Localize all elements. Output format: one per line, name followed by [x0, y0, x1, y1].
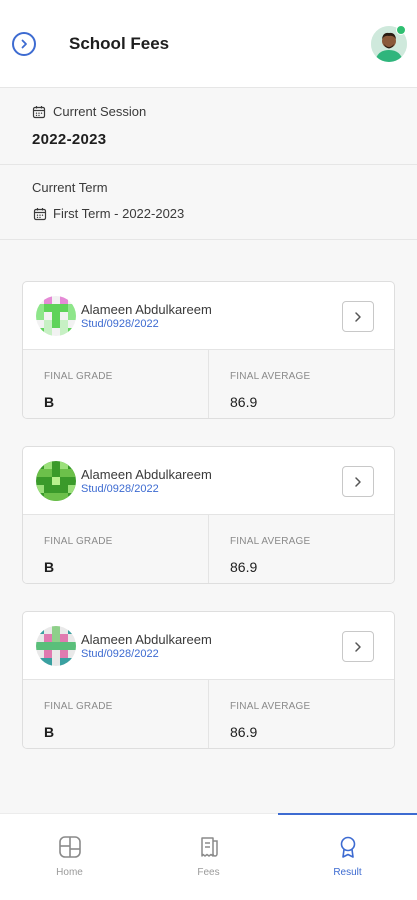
current-term-section: Current Term First Term - 2022-2023	[0, 165, 417, 240]
award-ribbon-icon	[340, 836, 355, 858]
nav-label-result: Result	[333, 867, 362, 878]
calendar-icon	[33, 207, 47, 220]
final-grade-label: FINAL GRADE	[44, 536, 113, 547]
result-card: Alameen Abdulkareem Stud/0928/2022 FINAL…	[22, 281, 395, 419]
page-title: School Fees	[69, 34, 170, 53]
result-stats: FINAL GRADE B FINAL AVERAGE 86.9	[23, 515, 394, 583]
receipt-icon	[200, 837, 218, 857]
final-average-value: 86.9	[230, 394, 258, 410]
term-label: Current Term	[32, 180, 108, 195]
home-grid-icon	[58, 836, 81, 858]
chevron-right-icon	[355, 311, 361, 322]
term-value: First Term - 2022-2023	[53, 206, 185, 221]
nav-label-fees: Fees	[197, 867, 220, 878]
nav-label-home: Home	[56, 867, 83, 878]
result-stats: FINAL GRADE B FINAL AVERAGE 86.9	[23, 350, 394, 418]
final-grade-value: B	[44, 394, 55, 410]
student-avatar	[36, 296, 76, 336]
calendar-icon	[32, 105, 46, 118]
final-grade-cell: FINAL GRADE B	[23, 515, 208, 583]
final-average-value: 86.9	[230, 724, 258, 740]
student-avatar	[36, 626, 76, 666]
bottom-navigation: Home Fees Result	[0, 813, 417, 900]
student-id: Stud/0928/2022	[81, 483, 159, 495]
chevron-right-icon	[21, 39, 27, 49]
final-average-cell: FINAL AVERAGE 86.9	[208, 515, 394, 583]
back-button[interactable]	[12, 32, 36, 56]
chevron-right-icon	[355, 476, 361, 487]
student-avatar	[36, 461, 76, 501]
student-row: Alameen Abdulkareem Stud/0928/2022	[23, 612, 394, 680]
final-average-label: FINAL AVERAGE	[230, 701, 311, 712]
view-result-button[interactable]	[342, 466, 374, 497]
final-average-label: FINAL AVERAGE	[230, 536, 311, 547]
session-label: Current Session	[53, 104, 147, 119]
student-row: Alameen Abdulkareem Stud/0928/2022	[23, 282, 394, 350]
result-card: Alameen Abdulkareem Stud/0928/2022 FINAL…	[22, 611, 395, 749]
final-average-cell: FINAL AVERAGE 86.9	[208, 680, 394, 748]
final-grade-cell: FINAL GRADE B	[23, 680, 208, 748]
final-grade-value: B	[44, 559, 55, 575]
student-id: Stud/0928/2022	[81, 318, 159, 330]
view-result-button[interactable]	[342, 631, 374, 662]
online-status-dot	[396, 25, 406, 35]
view-result-button[interactable]	[342, 301, 374, 332]
app-header: School Fees	[0, 0, 417, 88]
chevron-right-icon	[355, 641, 361, 652]
student-row: Alameen Abdulkareem Stud/0928/2022	[23, 447, 394, 515]
final-grade-value: B	[44, 724, 55, 740]
final-grade-label: FINAL GRADE	[44, 701, 113, 712]
nav-item-home[interactable]: Home	[0, 814, 139, 900]
term-value-row: First Term - 2022-2023	[33, 206, 184, 221]
nav-item-result[interactable]: Result	[278, 813, 417, 900]
student-name: Alameen Abdulkareem	[81, 632, 212, 647]
student-name: Alameen Abdulkareem	[81, 302, 212, 317]
final-average-label: FINAL AVERAGE	[230, 371, 311, 382]
final-average-value: 86.9	[230, 559, 258, 575]
nav-item-fees[interactable]: Fees	[139, 814, 278, 900]
session-value: 2022-2023	[32, 131, 107, 148]
student-name: Alameen Abdulkareem	[81, 467, 212, 482]
final-average-cell: FINAL AVERAGE 86.9	[208, 350, 394, 418]
result-card: Alameen Abdulkareem Stud/0928/2022 FINAL…	[22, 446, 395, 584]
final-grade-cell: FINAL GRADE B	[23, 350, 208, 418]
final-grade-label: FINAL GRADE	[44, 371, 113, 382]
session-label-row: Current Session	[32, 104, 146, 119]
current-session-section: Current Session 2022-2023	[0, 88, 417, 165]
result-stats: FINAL GRADE B FINAL AVERAGE 86.9	[23, 680, 394, 748]
student-id: Stud/0928/2022	[81, 648, 159, 660]
